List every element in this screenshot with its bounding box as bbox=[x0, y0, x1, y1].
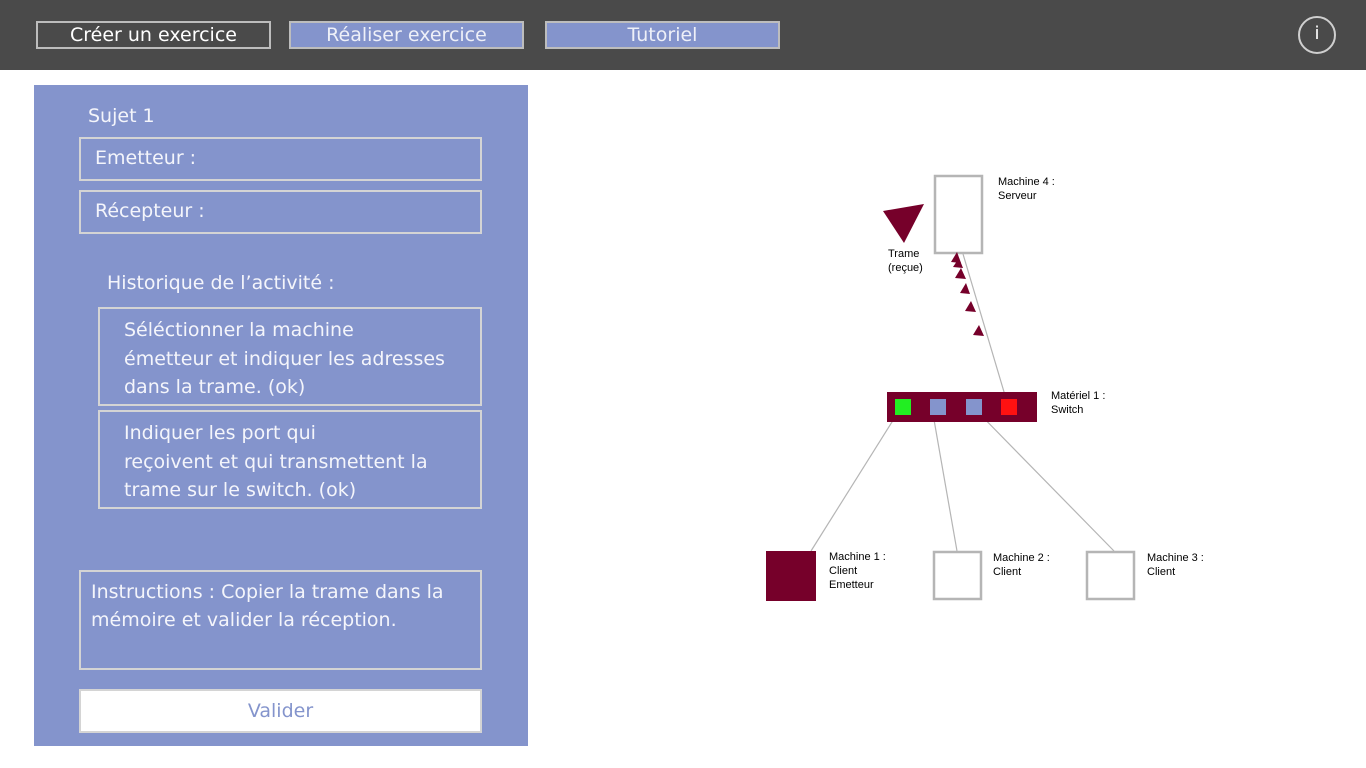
frame-status: (reçue) bbox=[888, 262, 923, 274]
machine4-label: Machine 4 : bbox=[998, 176, 1055, 188]
machine2-client[interactable] bbox=[932, 550, 983, 601]
frame-trail-icon bbox=[973, 325, 984, 336]
frame-trail-icon bbox=[960, 283, 970, 294]
switch-port-1[interactable] bbox=[895, 399, 911, 415]
machine3-client[interactable] bbox=[1085, 550, 1136, 601]
link-machine1 bbox=[810, 413, 898, 552]
machine4-server[interactable] bbox=[933, 174, 984, 255]
frame-trail-icon bbox=[955, 268, 966, 279]
frame-label: Trame bbox=[888, 248, 919, 260]
machine1-role: Client bbox=[829, 565, 857, 577]
machine4-role: Serveur bbox=[998, 190, 1037, 202]
machine1-client-emitter[interactable] bbox=[766, 551, 816, 601]
machine3-role: Client bbox=[1147, 566, 1175, 578]
machine2-label: Machine 2 : bbox=[993, 552, 1050, 564]
network-diagram: Machine 4 : Serveur Trame (reçue) Matéri… bbox=[766, 174, 1204, 601]
machine3-label: Machine 3 : bbox=[1147, 552, 1204, 564]
machine2-role: Client bbox=[993, 566, 1021, 578]
machine1-label: Machine 1 : bbox=[829, 551, 886, 563]
frame-icon[interactable] bbox=[883, 204, 924, 243]
link-machine2 bbox=[932, 413, 958, 552]
switch-port-2[interactable] bbox=[930, 399, 946, 415]
switch-label: Matériel 1 : bbox=[1051, 390, 1105, 402]
switch-port-3[interactable] bbox=[966, 399, 982, 415]
link-server bbox=[962, 253, 1008, 403]
switch-port-4[interactable] bbox=[1001, 399, 1017, 415]
switch-type: Switch bbox=[1051, 404, 1083, 416]
frame-trail-icon bbox=[965, 301, 976, 312]
machine1-status: Emetteur bbox=[829, 579, 874, 591]
link-machine3 bbox=[969, 403, 1115, 552]
